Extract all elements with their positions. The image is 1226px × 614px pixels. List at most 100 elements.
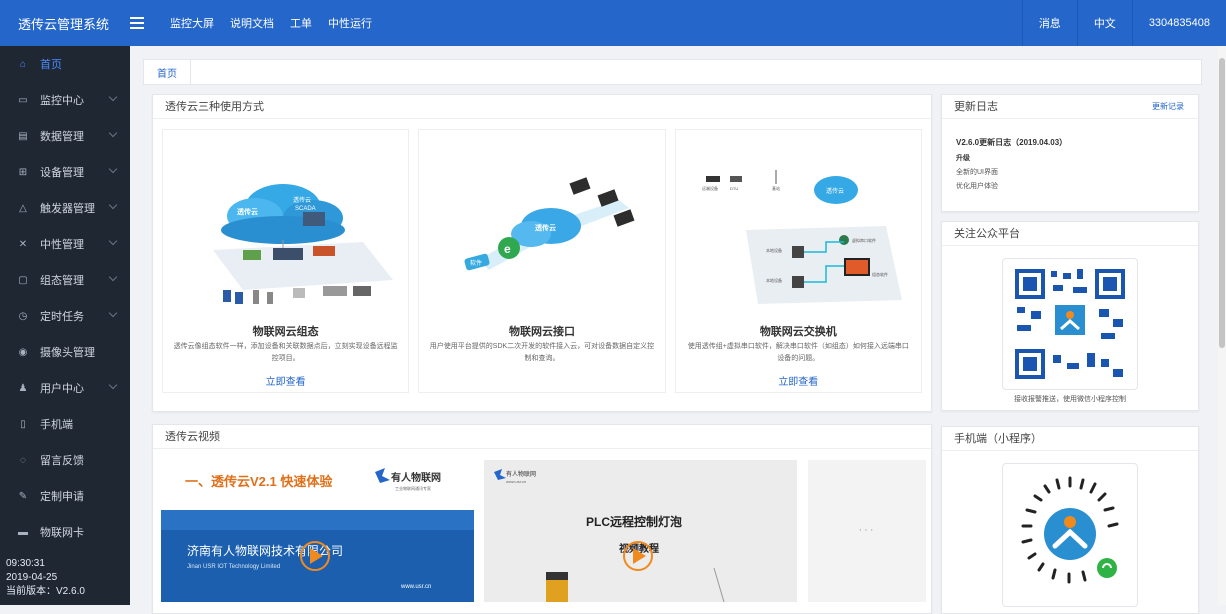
view-now-link[interactable]: 立即查看 (676, 373, 921, 388)
card-title: 物联网云接口 (508, 326, 575, 338)
video-headline: 一、透传云V2.1 快速体验 (185, 474, 333, 489)
wechat-caption: 接收报警推送，使用微信小程序控制 (1014, 396, 1126, 403)
sidebar-item-label: 中性管理 (40, 239, 84, 251)
cloud-label: 透传云 (826, 187, 844, 195)
switch-cloud-illustration: 远端设备 DTU 基站 透传云 本地设备 本地设备 虚拟串口软件 组态软件 (702, 170, 902, 304)
video-brand-url: www.usr.cn (506, 479, 526, 484)
cloud-label: 透传云 (237, 207, 258, 216)
clock-date: 2019-04-25 (6, 572, 58, 583)
video-brand: 有人物联网 (391, 471, 441, 484)
nav-tickets[interactable]: 工单 (282, 15, 320, 31)
changelog-item: 优化用户体验 (956, 183, 998, 190)
camera-icon: ◉ (18, 346, 28, 358)
scada-cloud-illustration: 透传云 透传云 SCADA (213, 184, 393, 304)
sidebar-footer: 09:30:31 2019-04-25 当前版本：V2.6.0 (6, 557, 85, 599)
sidebar-item-user[interactable]: ♟ 用户中心 (0, 370, 130, 406)
dtu-label: DTU (730, 186, 738, 191)
chevron-down-icon (108, 128, 118, 138)
tab-home[interactable]: 首页 (144, 60, 191, 84)
sidebar-item-label: 设备管理 (40, 167, 84, 179)
clock-time: 09:30:31 (6, 558, 45, 569)
usage-card-switch: 远端设备 DTU 基站 透传云 本地设备 本地设备 虚拟串口软件 组态软件 物联… (674, 129, 922, 393)
video-headline: PLC远程控制灯泡 (586, 514, 682, 529)
chat-icon: ◌ (20, 454, 26, 466)
sidebar-item-devices[interactable]: ⊞ 设备管理 (0, 154, 130, 190)
messages-button[interactable]: 消息 (1021, 0, 1077, 46)
remote-device-label: 远端设备 (702, 185, 718, 191)
sidebar-item-label: 首页 (40, 59, 62, 71)
video-url: www.usr.cn (400, 584, 431, 590)
sidebar-item-data[interactable]: ▤ 数据管理 (0, 118, 130, 154)
sidebar-item-label: 物联网卡 (40, 527, 84, 539)
main-content: 首页 透传云三种使用方式 透传云 透传云 SCADA 物联网云组态 透传云像组态… (130, 46, 1226, 614)
video-more[interactable]: ··· (808, 460, 926, 602)
scada-software-label: 组态软件 (872, 271, 888, 277)
card-desc: 透传云像组态软件一样，添加设备和关联数据点后，立刻实现设备远程监控项目。 (173, 343, 398, 362)
sidebar-item-label: 数据管理 (40, 131, 84, 143)
sidebar-item-monitor[interactable]: ▭ 监控中心 (0, 82, 130, 118)
chevron-down-icon (108, 380, 118, 390)
user-icon: ♟ (18, 382, 28, 394)
bell-icon: △ (19, 202, 27, 214)
video-panel-title: 透传云视频 (153, 425, 931, 449)
sidebar-item-neutral[interactable]: ✕ 中性管理 (0, 226, 130, 262)
card-desc: 使用透传组+虚拟串口软件，解决串口软件（如组态）如何接入远端串口设备的问题。 (687, 343, 909, 362)
changelog-panel: 更新日志 更新记录 V2.6.0更新日志（2019.04.03） 升级 全新的U… (941, 94, 1199, 212)
sidebar-item-custom[interactable]: ✎ 定制申请 (0, 478, 130, 514)
home-icon: ⌂ (19, 58, 27, 70)
sidebar-item-label: 定时任务 (40, 311, 84, 323)
card-icon: ▬ (18, 526, 28, 538)
video-thumbnail: 一、透传云V2.1 快速体验 有人物联网 工业物联网通讯专家 济南有人物联网技术… (161, 460, 474, 602)
sidebar-item-scada[interactable]: ▢ 组态管理 (0, 262, 130, 298)
changelog-history-link[interactable]: 更新记录 (1152, 95, 1184, 119)
miniapp-qr-code (1002, 463, 1138, 607)
menu-toggle-icon[interactable] (130, 17, 154, 29)
phone-icon: ▯ (20, 418, 26, 430)
sidebar-item-label: 手机端 (40, 419, 73, 431)
sidebar-item-label: 定制申请 (40, 491, 84, 503)
scada-label: SCADA (295, 206, 316, 212)
wechat-title: 关注公众平台 (942, 222, 1198, 246)
sidebar-item-camera[interactable]: ◉ 摄像头管理 (0, 334, 130, 370)
usage-card-scada: 透传云 透传云 SCADA 物联网云组态 透传云像组态软件一样，添加设备和关联数… (162, 129, 410, 393)
sidebar-item-mobile[interactable]: ▯ 手机端 (0, 406, 130, 442)
sidebar-item-iot-card[interactable]: ▬ 物联网卡 (0, 514, 130, 550)
language-button[interactable]: 中文 (1076, 0, 1132, 46)
sidebar-item-feedback[interactable]: ◌ 留言反馈 (0, 442, 130, 478)
chevron-down-icon (108, 164, 118, 174)
video-quick-start[interactable]: 一、透传云V2.1 快速体验 有人物联网 工业物联网通讯专家 济南有人物联网技术… (161, 460, 474, 602)
video-brand-sub: 工业物联网通讯专家 (395, 485, 431, 491)
video-company-en: Jinan USR IOT Technology Limited (187, 564, 280, 570)
nav-docs[interactable]: 说明文档 (222, 15, 282, 31)
nav-monitor-screen[interactable]: 监控大屏 (162, 15, 222, 31)
main-scrollbar[interactable] (1218, 46, 1226, 605)
user-account-button[interactable]: 3304835408 (1131, 0, 1226, 46)
chevron-down-icon (108, 272, 118, 282)
window-icon: ▢ (18, 274, 28, 286)
chevron-down-icon (108, 236, 118, 246)
app-version: 当前版本：V2.6.0 (6, 586, 85, 597)
view-now-link[interactable]: 立即查看 (163, 373, 408, 388)
sidebar-item-triggers[interactable]: △ 触发器管理 (0, 190, 130, 226)
scada-cloud-label: 透传云 (293, 196, 311, 204)
local-device-1-label: 本地设备 (766, 247, 782, 253)
sidebar-item-schedule[interactable]: ◷ 定时任务 (0, 298, 130, 334)
nav-neutral[interactable]: 中性运行 (320, 15, 380, 31)
mini-program-code-icon (1012, 476, 1128, 592)
monitor-icon: ▭ (18, 94, 28, 106)
local-device-2-label: 本地设备 (766, 277, 782, 283)
miniapp-title: 手机端（小程序） (942, 427, 1198, 451)
top-nav: 监控大屏 说明文档 工单 中性运行 (162, 15, 380, 31)
top-bar: 透传云管理系统 监控大屏 说明文档 工单 中性运行 消息 中文 33048354… (0, 0, 1226, 46)
miniapp-panel: 手机端（小程序） (941, 426, 1199, 614)
sidebar-item-label: 用户中心 (40, 383, 84, 395)
video-plc-control[interactable]: 有人物联网 www.usr.cn PLC远程控制灯泡 视频教程 (484, 460, 797, 602)
base-station-label: 基站 (772, 185, 780, 191)
chevron-down-icon (108, 92, 118, 102)
card-title: 物联网云组态 (252, 326, 319, 338)
app-title: 透传云管理系统 (18, 16, 110, 32)
chevron-down-icon (108, 200, 118, 210)
sidebar-item-home[interactable]: ⌂ 首页 (0, 46, 130, 82)
clock-icon: ◷ (18, 310, 28, 322)
scrollbar-thumb[interactable] (1219, 58, 1225, 348)
